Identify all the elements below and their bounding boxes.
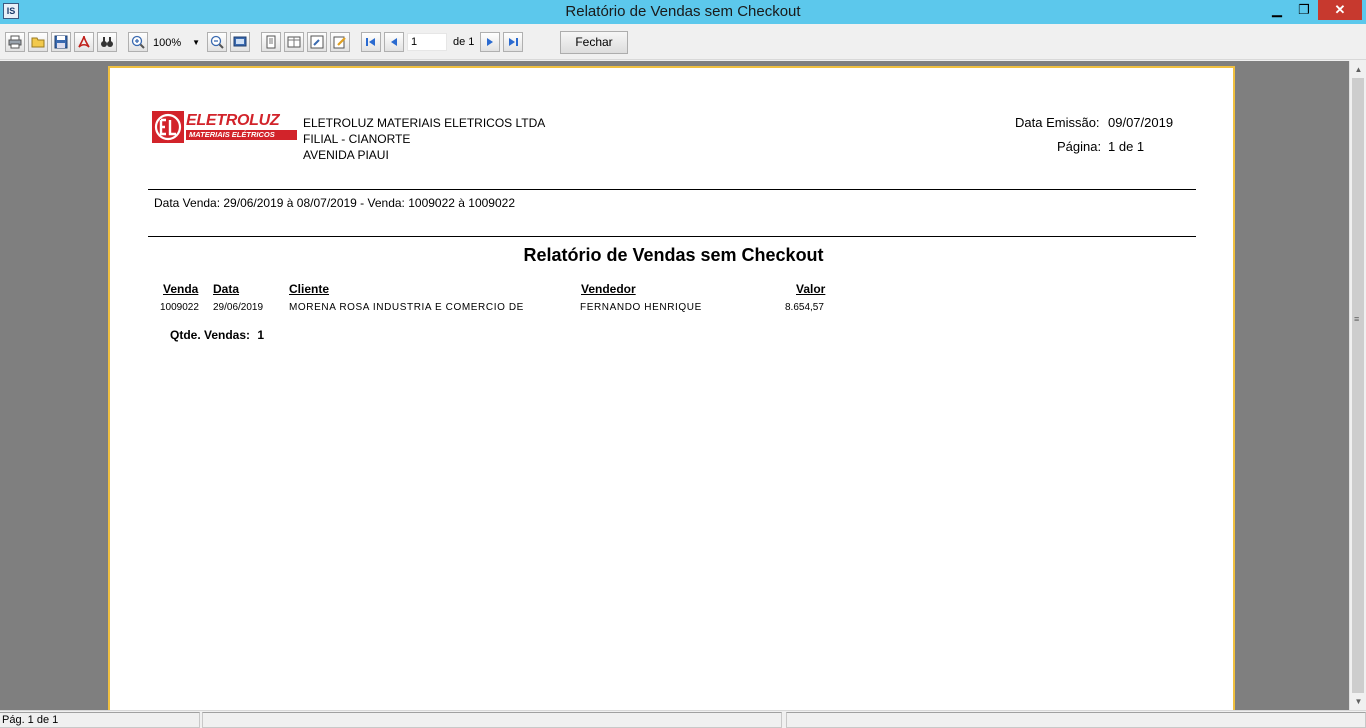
emission-date: 09/07/2019 xyxy=(1108,115,1174,130)
zoom-value: 100% xyxy=(153,37,182,49)
close-report-button[interactable]: Fechar xyxy=(560,31,628,54)
pages-icon xyxy=(287,36,301,48)
company-branch: FILIAL - CIANORTE xyxy=(303,132,411,146)
pdf-icon xyxy=(78,35,90,48)
find-button[interactable] xyxy=(97,32,117,52)
cell-venda: 1009022 xyxy=(160,302,199,313)
export-pdf-button[interactable] xyxy=(74,32,94,52)
previous-page-button[interactable] xyxy=(384,32,404,52)
status-page: Pág. 1 de 1 xyxy=(0,712,200,728)
page-number-input[interactable]: 1 xyxy=(407,33,447,51)
report-viewer[interactable]: ELETROLUZ MATERIAIS ELÉTRICOS ELETROLUZ … xyxy=(0,61,1349,710)
scroll-down-icon[interactable]: ▼ xyxy=(1350,693,1366,710)
company-block: ELETROLUZ MATERIAIS ELETRICOS LTDA FILIA… xyxy=(303,115,545,163)
last-page-button[interactable] xyxy=(503,32,523,52)
zoom-select[interactable]: 100% ▼ xyxy=(153,34,203,52)
zoom-out-icon xyxy=(210,35,224,49)
filter-summary: Data Venda: 29/06/2019 à 08/07/2019 - Ve… xyxy=(154,196,515,210)
report-title: Relatório de Vendas sem Checkout xyxy=(523,245,824,265)
prev-icon xyxy=(391,38,397,46)
pencil-icon xyxy=(333,36,346,49)
next-icon xyxy=(487,38,493,46)
status-bar: Pág. 1 de 1 xyxy=(0,710,1366,728)
toolbar: 100% ▼ 1 de 1 Fechar xyxy=(0,24,1366,60)
window-title: Relatório de Vendas sem Checkout xyxy=(565,3,801,20)
vertical-scrollbar[interactable]: ▲ ≡ ▼ xyxy=(1349,61,1366,710)
wrench-icon xyxy=(310,35,324,49)
cell-valor: 8.654,57 xyxy=(785,302,824,313)
cell-vendedor: FERNANDO HENRIQUE xyxy=(580,302,702,313)
column-header-vendedor: Vendedor xyxy=(581,282,636,296)
title-bar: IS Relatório de Vendas sem Checkout ▁ ❐ … xyxy=(0,0,1366,24)
scrollbar-thumb[interactable] xyxy=(1352,78,1364,693)
folder-icon xyxy=(31,37,45,48)
scroll-up-icon[interactable]: ▲ xyxy=(1350,61,1366,78)
zoom-in-button[interactable] xyxy=(128,32,148,52)
sales-count-value: 1 xyxy=(257,328,265,342)
divider-top xyxy=(148,189,1196,190)
column-header-venda: Venda xyxy=(163,282,199,296)
column-header-valor: Valor xyxy=(796,282,826,296)
company-name: ELETROLUZ MATERIAIS ELETRICOS LTDA xyxy=(303,116,546,130)
sales-count-label: Qtde. Vendas: xyxy=(170,328,251,342)
skip-first-icon xyxy=(366,38,375,46)
sales-count: Qtde. Vendas: 1 xyxy=(170,328,264,342)
minimize-button[interactable]: ▁ xyxy=(1264,0,1290,20)
page-value: 1 de 1 xyxy=(1108,139,1145,154)
zoom-out-button[interactable] xyxy=(207,32,227,52)
monitor-icon xyxy=(233,36,247,47)
column-header-data: Data xyxy=(213,282,240,296)
page-icon xyxy=(266,35,276,49)
cell-cliente: MORENA ROSA INDUSTRIA E COMERCIO DE xyxy=(289,302,524,313)
chevron-down-icon: ▼ xyxy=(192,38,200,47)
edit-button[interactable] xyxy=(330,32,350,52)
one-page-button[interactable] xyxy=(261,32,281,52)
column-header-cliente: Cliente xyxy=(289,282,330,296)
page-label: Página: xyxy=(1057,139,1102,154)
save-button[interactable] xyxy=(51,32,71,52)
skip-last-icon xyxy=(509,38,518,46)
status-panel-2 xyxy=(202,712,782,728)
logo-tagline: MATERIAIS ELÉTRICOS xyxy=(189,130,275,139)
binoculars-icon xyxy=(101,37,113,47)
open-button[interactable] xyxy=(28,32,48,52)
multi-page-button[interactable] xyxy=(284,32,304,52)
status-panel-3 xyxy=(786,712,1366,728)
cell-data: 29/06/2019 xyxy=(213,302,264,313)
settings-button[interactable] xyxy=(307,32,327,52)
divider-bottom xyxy=(148,236,1196,237)
close-window-button[interactable]: ✕ xyxy=(1318,0,1362,20)
report-page: ELETROLUZ MATERIAIS ELÉTRICOS ELETROLUZ … xyxy=(108,66,1235,710)
maximize-button[interactable]: ❐ xyxy=(1291,0,1317,20)
printer-icon xyxy=(8,35,22,49)
print-button[interactable] xyxy=(5,32,25,52)
logo-brand: ELETROLUZ xyxy=(186,112,280,129)
emission-label: Data Emissão: xyxy=(1015,115,1100,130)
fit-page-button[interactable] xyxy=(230,32,250,52)
first-page-button[interactable] xyxy=(361,32,381,52)
next-page-button[interactable] xyxy=(480,32,500,52)
company-address: AVENIDA PIAUI xyxy=(303,148,389,162)
grip-icon: ≡ xyxy=(1354,314,1360,324)
page-count-label: de 1 xyxy=(453,36,475,48)
zoom-in-icon xyxy=(131,35,145,49)
floppy-disk-icon xyxy=(54,35,68,49)
